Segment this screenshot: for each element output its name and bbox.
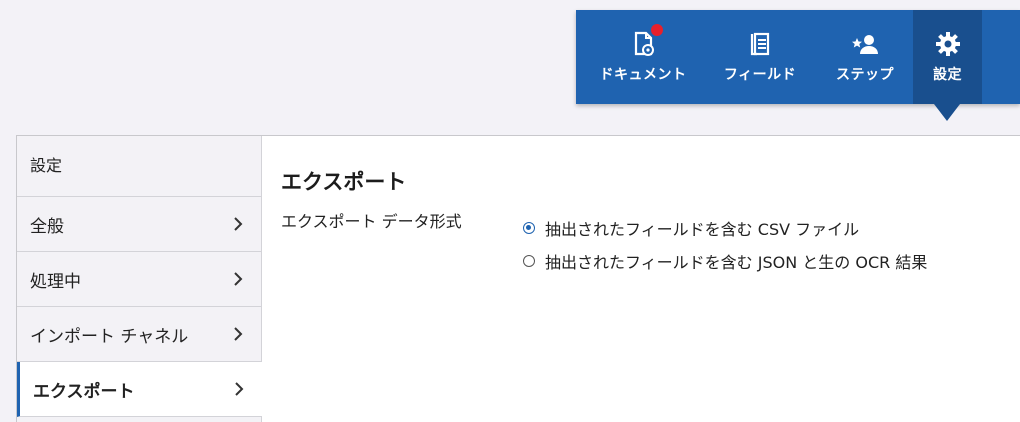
radio-button[interactable] — [523, 255, 535, 267]
person-star-icon — [851, 30, 879, 58]
sidebar-item-general[interactable]: 全般 — [17, 197, 261, 252]
sidebar-header: 設定 — [17, 136, 261, 197]
toolbar-label: フィールド — [723, 67, 797, 83]
gear-icon — [934, 30, 962, 58]
toolbar-label: ステップ — [836, 67, 894, 83]
notification-dot — [651, 24, 663, 36]
settings-panel: 設定 全般 処理中 インポート チャネル エクスポート エクスポート エクスポー… — [16, 135, 1020, 422]
chevron-right-icon — [234, 327, 243, 341]
settings-sidebar: 設定 全般 処理中 インポート チャネル エクスポート — [17, 136, 262, 422]
document-gear-icon — [629, 24, 663, 58]
sidebar-item-processing[interactable]: 処理中 — [17, 252, 261, 307]
radio-button[interactable] — [523, 222, 535, 234]
sidebar-item-import-channels[interactable]: インポート チャネル — [17, 307, 261, 362]
radio-option-csv[interactable]: 抽出されたフィールドを含む CSV ファイル — [523, 216, 859, 240]
radio-option-label: 抽出されたフィールドを含む CSV ファイル — [545, 220, 860, 239]
sidebar-item-export[interactable]: エクスポート — [17, 362, 262, 417]
sidebar-item-label: 全般 — [30, 216, 64, 237]
toolbar-button-settings[interactable]: 設定 — [913, 10, 982, 104]
export-format-label: エクスポート データ形式 — [281, 212, 462, 231]
toolbar-button-steps[interactable]: ステップ — [820, 10, 910, 104]
top-toolbar: ドキュメント フィールド ステップ 設定 — [576, 10, 1020, 104]
sidebar-item-label: エクスポート — [33, 381, 135, 402]
settings-content: エクスポート エクスポート データ形式 抽出されたフィールドを含む CSV ファ… — [281, 136, 1020, 422]
chevron-right-icon — [234, 272, 243, 286]
radio-option-json-ocr[interactable]: 抽出されたフィールドを含む JSON と生の OCR 結果 — [523, 249, 927, 273]
chevron-right-icon — [234, 217, 243, 231]
sidebar-item-label: インポート チャネル — [30, 326, 189, 347]
toolbar-button-fields[interactable]: フィールド — [710, 10, 810, 104]
toolbar-button-documents[interactable]: ドキュメント — [586, 10, 700, 104]
toolbar-label: ドキュメント — [599, 67, 687, 83]
section-title: エクスポート — [281, 170, 407, 194]
toolbar-label: 設定 — [933, 67, 962, 83]
fields-icon — [746, 30, 774, 58]
chevron-right-icon — [235, 382, 244, 396]
radio-option-label: 抽出されたフィールドを含む JSON と生の OCR 結果 — [545, 253, 928, 272]
active-indicator-pointer — [934, 104, 960, 121]
sidebar-item-label: 処理中 — [30, 271, 81, 292]
